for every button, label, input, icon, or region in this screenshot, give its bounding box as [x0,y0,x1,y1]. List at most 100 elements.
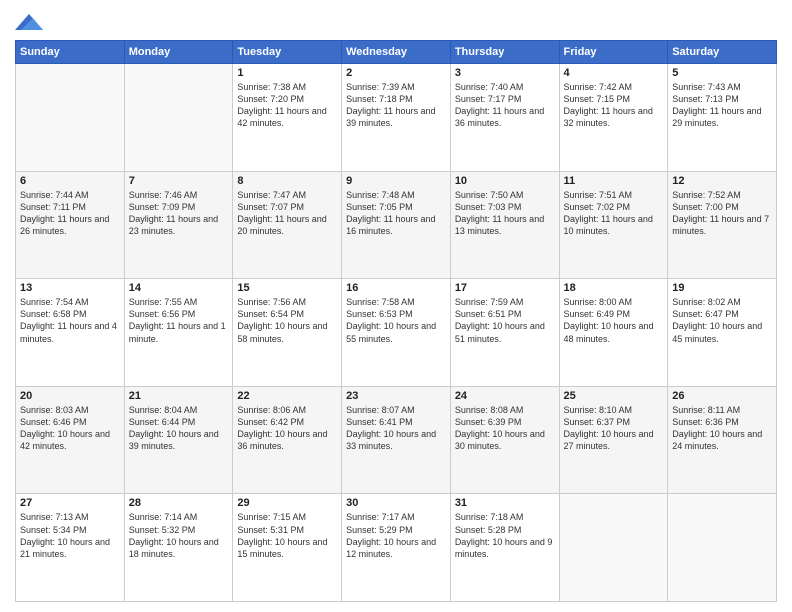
day-detail: Sunrise: 8:07 AMSunset: 6:41 PMDaylight:… [346,404,446,453]
day-detail: Sunrise: 7:39 AMSunset: 7:18 PMDaylight:… [346,81,446,130]
day-number: 12 [672,175,772,187]
day-detail: Sunrise: 8:10 AMSunset: 6:37 PMDaylight:… [564,404,664,453]
day-number: 29 [237,497,337,509]
day-detail: Sunrise: 7:48 AMSunset: 7:05 PMDaylight:… [346,189,446,238]
calendar-cell: 31 Sunrise: 7:18 AMSunset: 5:28 PMDayligh… [450,494,559,602]
calendar-cell: 10Sunrise: 7:50 AMSunset: 7:03 PMDayligh… [450,171,559,279]
calendar-week-3: 13 Sunrise: 7:54 AMSunset: 6:58 PMDayligh… [16,279,777,387]
day-detail: Sunrise: 8:03 AMSunset: 6:46 PMDaylight:… [20,404,120,453]
day-number: 28 [129,497,229,509]
day-number: 20 [20,390,120,402]
day-detail: Sunrise: 7:58 AMSunset: 6:53 PMDaylight:… [346,296,446,345]
weekday-header-row: SundayMondayTuesdayWednesdayThursdayFrid… [16,41,777,64]
calendar-cell: 26 Sunrise: 8:11 AMSunset: 6:36 PMDayligh… [668,386,777,494]
calendar-cell [16,64,125,172]
weekday-header-monday: Monday [124,41,233,64]
day-detail: Sunrise: 7:18 AMSunset: 5:28 PMDaylight:… [455,511,555,560]
day-number: 11 [564,175,664,187]
day-number: 17 [455,282,555,294]
day-number: 16 [346,282,446,294]
logo [15,10,47,34]
calendar-cell: 4 Sunrise: 7:42 AMSunset: 7:15 PMDaylight… [559,64,668,172]
day-number: 4 [564,67,664,79]
calendar-cell: 22Sunrise: 8:06 AMSunset: 6:42 PMDayligh… [233,386,342,494]
calendar-cell: 1 Sunrise: 7:38 AMSunset: 7:20 PMDaylight… [233,64,342,172]
calendar-cell: 21 Sunrise: 8:04 AMSunset: 6:44 PMDayligh… [124,386,233,494]
day-number: 25 [564,390,664,402]
day-detail: Sunrise: 7:46 AMSunset: 7:09 PMDaylight:… [129,189,229,238]
day-number: 15 [237,282,337,294]
day-detail: Sunrise: 7:51 AMSunset: 7:02 PMDaylight:… [564,189,664,238]
calendar-cell: 9 Sunrise: 7:48 AMSunset: 7:05 PMDaylight… [342,171,451,279]
day-number: 2 [346,67,446,79]
calendar-cell: 27 Sunrise: 7:13 AMSunset: 5:34 PMDayligh… [16,494,125,602]
weekday-header-saturday: Saturday [668,41,777,64]
day-detail: Sunrise: 7:52 AMSunset: 7:00 PMDaylight:… [672,189,772,238]
calendar-cell: 29 Sunrise: 7:15 AMSunset: 5:31 PMDayligh… [233,494,342,602]
day-number: 27 [20,497,120,509]
day-detail: Sunrise: 7:13 AMSunset: 5:34 PMDaylight:… [20,511,120,560]
calendar-week-2: 6 Sunrise: 7:44 AMSunset: 7:11 PMDaylight… [16,171,777,279]
day-number: 30 [346,497,446,509]
calendar-cell: 18 Sunrise: 8:00 AMSunset: 6:49 PMDayligh… [559,279,668,387]
day-number: 18 [564,282,664,294]
day-detail: Sunrise: 8:04 AMSunset: 6:44 PMDaylight:… [129,404,229,453]
day-number: 13 [20,282,120,294]
day-number: 5 [672,67,772,79]
calendar-week-4: 20 Sunrise: 8:03 AMSunset: 6:46 PMDayligh… [16,386,777,494]
weekday-header-wednesday: Wednesday [342,41,451,64]
calendar-cell: 8Sunrise: 7:47 AMSunset: 7:07 PMDaylight… [233,171,342,279]
day-detail: Sunrise: 7:15 AMSunset: 5:31 PMDaylight:… [237,511,337,560]
day-number: 26 [672,390,772,402]
day-number: 9 [346,175,446,187]
day-detail: Sunrise: 7:17 AMSunset: 5:29 PMDaylight:… [346,511,446,560]
day-detail: Sunrise: 8:00 AMSunset: 6:49 PMDaylight:… [564,296,664,345]
page: SundayMondayTuesdayWednesdayThursdayFrid… [0,0,792,612]
calendar-cell: 5 Sunrise: 7:43 AMSunset: 7:13 PMDaylight… [668,64,777,172]
calendar-cell: 23 Sunrise: 8:07 AMSunset: 6:41 PMDayligh… [342,386,451,494]
day-detail: Sunrise: 7:42 AMSunset: 7:15 PMDaylight:… [564,81,664,130]
day-detail: Sunrise: 8:06 AMSunset: 6:42 PMDaylight:… [237,404,337,453]
day-number: 23 [346,390,446,402]
day-detail: Sunrise: 7:55 AMSunset: 6:56 PMDaylight:… [129,296,229,345]
calendar-cell: 25 Sunrise: 8:10 AMSunset: 6:37 PMDayligh… [559,386,668,494]
day-number: 31 [455,497,555,509]
day-number: 24 [455,390,555,402]
calendar-cell [124,64,233,172]
calendar-cell: 14 Sunrise: 7:55 AMSunset: 6:56 PMDayligh… [124,279,233,387]
calendar-cell: 11 Sunrise: 7:51 AMSunset: 7:02 PMDayligh… [559,171,668,279]
day-detail: Sunrise: 7:44 AMSunset: 7:11 PMDaylight:… [20,189,120,238]
day-detail: Sunrise: 7:43 AMSunset: 7:13 PMDaylight:… [672,81,772,130]
day-detail: Sunrise: 7:50 AMSunset: 7:03 PMDaylight:… [455,189,555,238]
logo-icon [15,10,43,34]
day-number: 7 [129,175,229,187]
calendar-week-1: 1 Sunrise: 7:38 AMSunset: 7:20 PMDaylight… [16,64,777,172]
day-detail: Sunrise: 7:38 AMSunset: 7:20 PMDaylight:… [237,81,337,130]
day-number: 21 [129,390,229,402]
day-number: 19 [672,282,772,294]
weekday-header-sunday: Sunday [16,41,125,64]
calendar-cell: 2 Sunrise: 7:39 AMSunset: 7:18 PMDaylight… [342,64,451,172]
day-number: 6 [20,175,120,187]
day-detail: Sunrise: 8:02 AMSunset: 6:47 PMDaylight:… [672,296,772,345]
calendar-cell: 24Sunrise: 8:08 AMSunset: 6:39 PMDayligh… [450,386,559,494]
day-detail: Sunrise: 7:54 AMSunset: 6:58 PMDaylight:… [20,296,120,345]
day-detail: Sunrise: 8:11 AMSunset: 6:36 PMDaylight:… [672,404,772,453]
calendar-cell [668,494,777,602]
day-detail: Sunrise: 7:56 AMSunset: 6:54 PMDaylight:… [237,296,337,345]
day-number: 3 [455,67,555,79]
calendar-cell: 28 Sunrise: 7:14 AMSunset: 5:32 PMDayligh… [124,494,233,602]
calendar-week-5: 27 Sunrise: 7:13 AMSunset: 5:34 PMDayligh… [16,494,777,602]
day-number: 14 [129,282,229,294]
day-detail: Sunrise: 7:14 AMSunset: 5:32 PMDaylight:… [129,511,229,560]
weekday-header-thursday: Thursday [450,41,559,64]
header [15,10,777,34]
calendar-cell: 20 Sunrise: 8:03 AMSunset: 6:46 PMDayligh… [16,386,125,494]
day-detail: Sunrise: 7:47 AMSunset: 7:07 PMDaylight:… [237,189,337,238]
calendar-cell: 13 Sunrise: 7:54 AMSunset: 6:58 PMDayligh… [16,279,125,387]
day-detail: Sunrise: 7:40 AMSunset: 7:17 PMDaylight:… [455,81,555,130]
day-number: 1 [237,67,337,79]
calendar-cell: 12 Sunrise: 7:52 AMSunset: 7:00 PMDayligh… [668,171,777,279]
calendar-table: SundayMondayTuesdayWednesdayThursdayFrid… [15,40,777,602]
calendar-cell: 19 Sunrise: 8:02 AMSunset: 6:47 PMDayligh… [668,279,777,387]
